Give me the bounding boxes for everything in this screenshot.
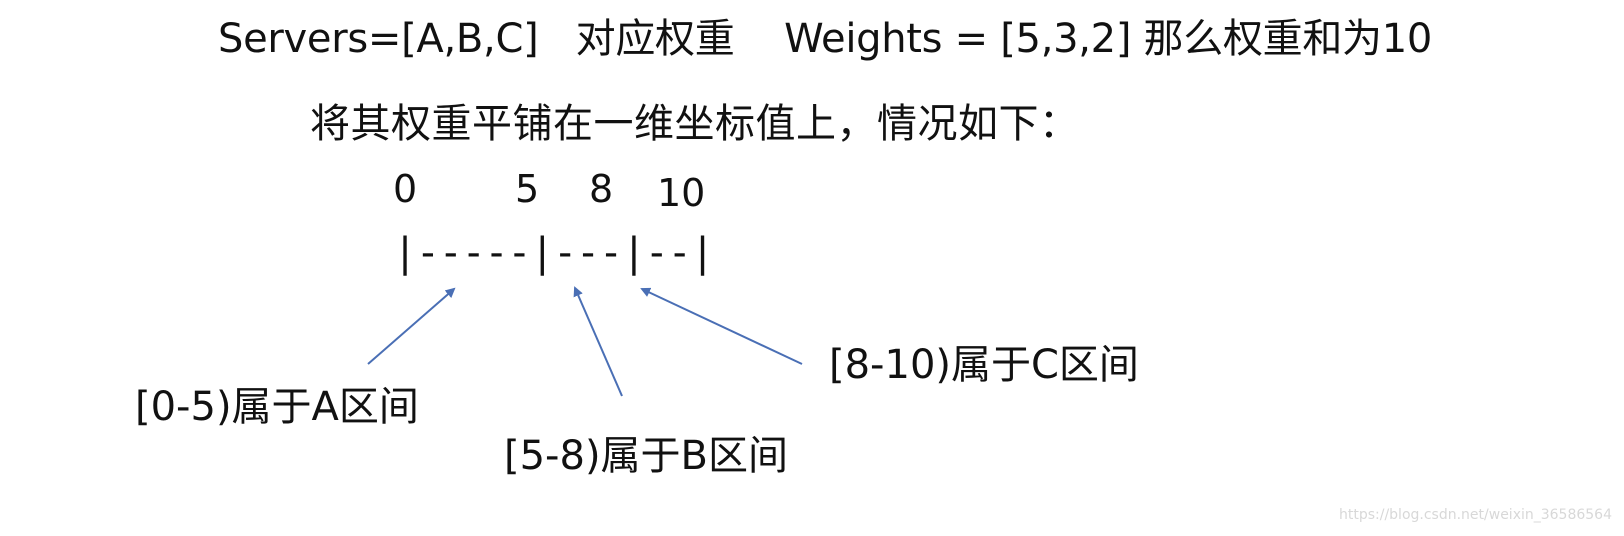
arrow-b [573, 286, 623, 397]
range-label-b: [5-8)属于B区间 [504, 433, 788, 479]
arrow-a [367, 287, 456, 365]
arrows-layer [367, 286, 803, 397]
range-label-a: [0-5)属于A区间 [135, 384, 419, 430]
watermark-text: https://blog.csdn.net/weixin_36586564 [1338, 507, 1612, 523]
range-label-c: [8-10)属于C区间 [829, 342, 1139, 388]
arrow-c [640, 287, 803, 365]
